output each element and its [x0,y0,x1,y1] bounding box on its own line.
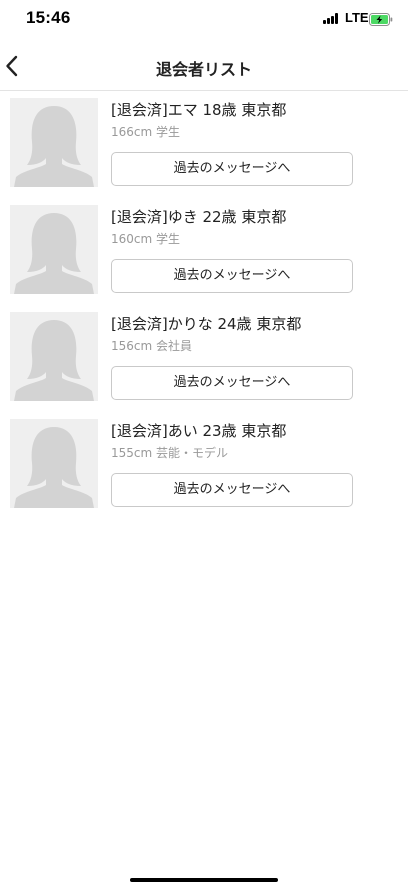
avatar [10,312,98,401]
list-item: [退会済]エマ 18歳 東京都 166cm 学生 過去のメッセージへ [0,91,408,198]
user-profile-summary: 160cm 学生 [111,232,181,246]
user-profile-summary: 155cm 芸能・モデル [111,446,229,460]
status-time: 15:46 [26,8,71,27]
user-profile-summary: 166cm 学生 [111,125,181,139]
signal-strength-icon [323,13,341,24]
navigation-header: 退会者リスト [0,44,408,91]
list-item: [退会済]あい 23歳 東京都 155cm 芸能・モデル 過去のメッセージへ [0,412,408,519]
home-indicator[interactable] [130,878,278,882]
past-messages-button[interactable]: 過去のメッセージへ [111,152,353,186]
past-messages-button[interactable]: 過去のメッセージへ [111,366,353,400]
avatar [10,419,98,508]
list-item: [退会済]かりな 24歳 東京都 156cm 会社員 過去のメッセージへ [0,305,408,412]
withdrawn-user-list: [退会済]エマ 18歳 東京都 166cm 学生 過去のメッセージへ [退会済]… [0,91,408,519]
past-messages-button[interactable]: 過去のメッセージへ [111,473,353,507]
female-silhouette-icon [14,427,94,508]
female-silhouette-icon [14,320,94,401]
past-messages-button[interactable]: 過去のメッセージへ [111,259,353,293]
avatar [10,98,98,187]
page-title: 退会者リスト [155,60,252,79]
avatar [10,205,98,294]
battery-charging-icon [369,11,393,26]
user-name: [退会済]あい 23歳 東京都 [111,422,287,440]
user-profile-summary: 156cm 会社員 [111,339,193,353]
user-name: [退会済]エマ 18歳 東京都 [111,101,287,119]
list-item: [退会済]ゆき 22歳 東京都 160cm 学生 過去のメッセージへ [0,198,408,305]
status-bar: 15:46 LTE [0,0,408,38]
network-type-label: LTE [345,10,369,25]
user-name: [退会済]ゆき 22歳 東京都 [111,208,287,226]
user-name: [退会済]かりな 24歳 東京都 [111,315,302,333]
female-silhouette-icon [14,213,94,294]
female-silhouette-icon [14,106,94,187]
